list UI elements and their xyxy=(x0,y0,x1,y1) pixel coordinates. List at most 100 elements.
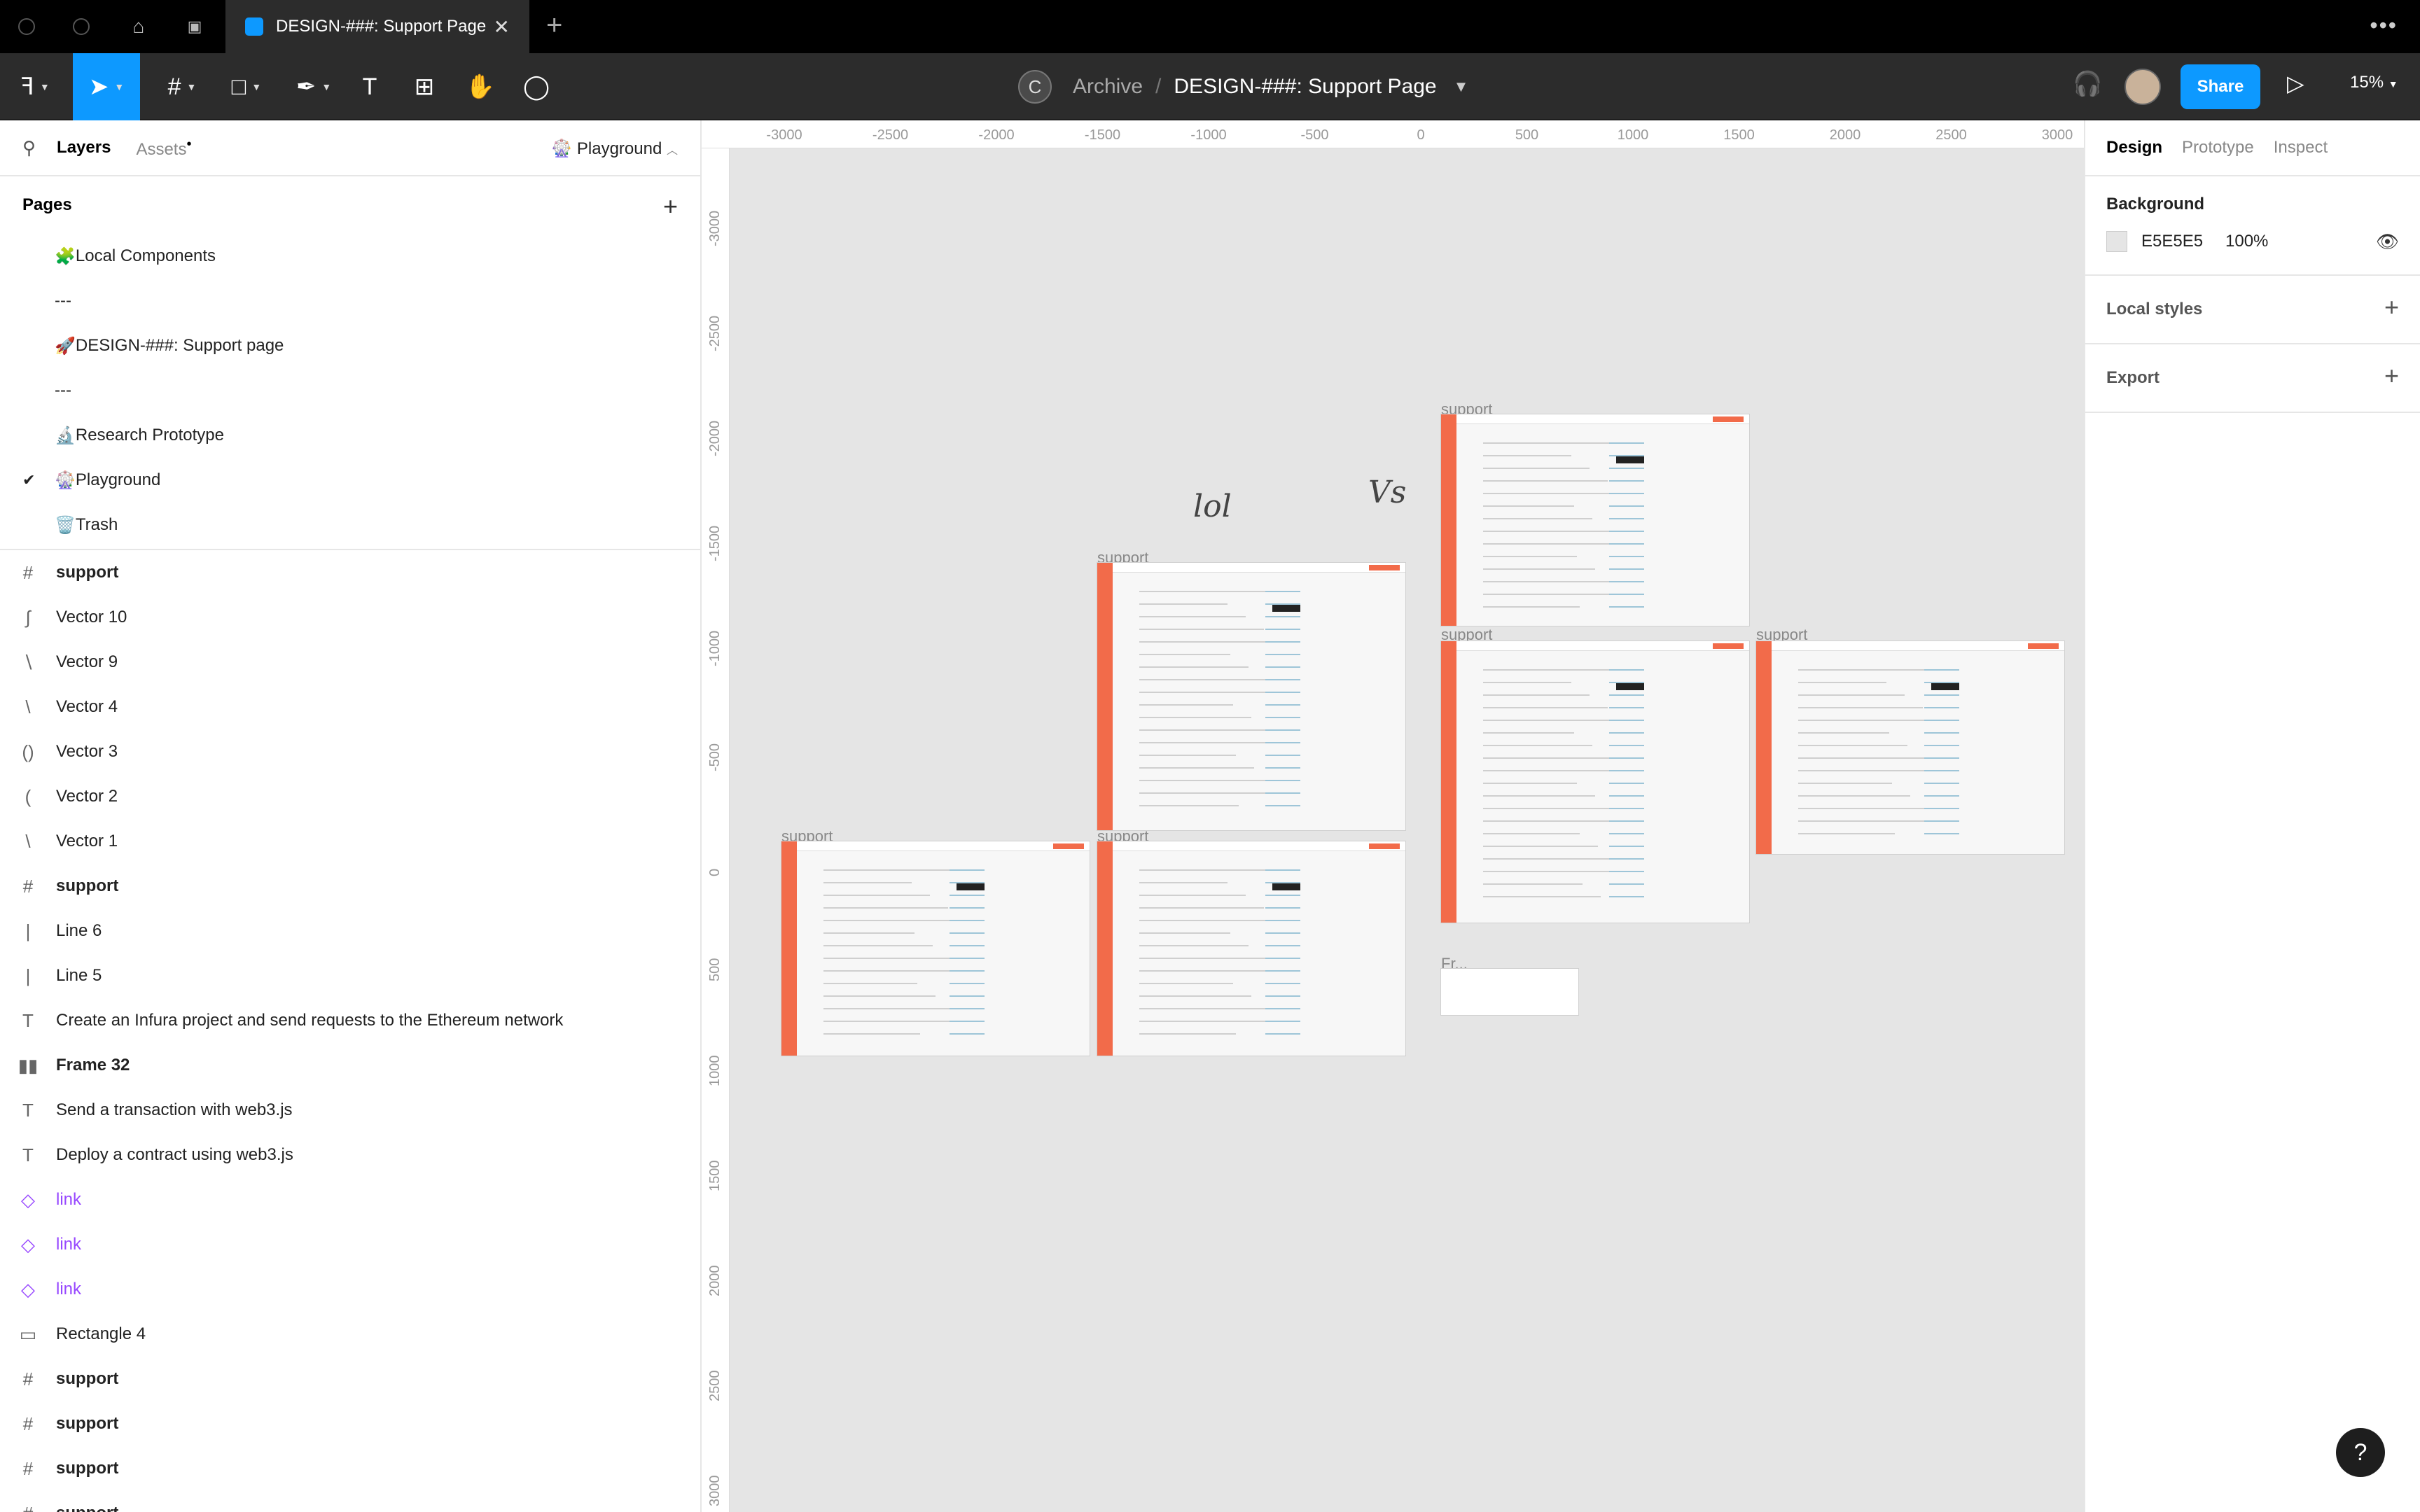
background-hex[interactable]: E5E5E5 xyxy=(2141,232,2203,251)
window-control[interactable] xyxy=(73,18,90,35)
tab-layers[interactable]: Layers xyxy=(57,138,111,158)
more-icon[interactable]: ••• xyxy=(2370,13,2398,38)
resources-tool[interactable]: ⊞ xyxy=(408,53,441,120)
layer-row[interactable]: | Line 6 xyxy=(0,909,700,953)
file-tab-icon[interactable]: ▣ xyxy=(181,13,209,41)
support-frame[interactable] xyxy=(1097,841,1405,1056)
support-frame[interactable] xyxy=(1756,641,2064,854)
layer-row[interactable]: #support xyxy=(0,1401,700,1446)
frame-tool[interactable]: # ▼ xyxy=(154,53,210,120)
layer-row[interactable]: ∫ Vector 10 xyxy=(0,595,700,640)
page-item[interactable]: ✔ 🎡 Playground xyxy=(0,458,700,503)
add-style-button[interactable]: + xyxy=(2384,293,2399,322)
background-swatch[interactable] xyxy=(2106,231,2127,252)
pen-tool[interactable]: ✒ ▼ xyxy=(286,53,342,120)
layer-row[interactable]: ◇ link xyxy=(0,1177,700,1222)
hand-tool[interactable]: ✋ xyxy=(464,53,497,120)
layer-row[interactable]: #support xyxy=(0,550,700,595)
page-item[interactable]: 🧩 Local Components xyxy=(0,234,700,279)
frame-link-line xyxy=(1924,783,1959,784)
frame-link-line xyxy=(1609,858,1644,860)
avatar[interactable] xyxy=(2125,69,2161,105)
tab-assets[interactable]: Assets• xyxy=(136,136,191,160)
text-tool[interactable]: T xyxy=(353,53,387,120)
close-icon[interactable]: ✕ xyxy=(494,15,510,38)
background-opacity[interactable]: 100% xyxy=(2225,232,2268,251)
main-menu-button[interactable]: ꟻ ▼ xyxy=(0,53,70,120)
handwritten-note[interactable]: lol xyxy=(1193,489,1232,524)
tab-inspect[interactable]: Inspect xyxy=(2274,138,2328,158)
layer-row[interactable]: ◇ link xyxy=(0,1267,700,1312)
layer-row[interactable]: ∖ Vector 9 xyxy=(0,640,700,685)
handwritten-note[interactable]: Vs xyxy=(1368,475,1406,510)
page-item[interactable]: --- xyxy=(0,368,700,413)
home-icon[interactable]: ⌂ xyxy=(125,13,153,41)
support-frame[interactable] xyxy=(781,841,1090,1056)
new-tab-button[interactable]: + xyxy=(546,10,562,41)
layer-row[interactable]: \ Vector 1 xyxy=(0,819,700,864)
layer-row[interactable]: | Line 5 xyxy=(0,953,700,998)
zoom-menu[interactable]: 15% ▼ xyxy=(2350,73,2398,92)
canvas[interactable]: -3000 -2500 -2000 -1500 -1000 -500 0 500 1000 150… xyxy=(702,120,2084,1512)
window-control[interactable] xyxy=(18,18,35,35)
help-button[interactable]: ? xyxy=(2336,1428,2385,1477)
page-item[interactable]: 🔬 Research Prototype xyxy=(0,413,700,458)
comment-tool[interactable]: ◯ xyxy=(520,53,553,120)
frame-text-line xyxy=(1798,745,1907,746)
move-tool[interactable]: ➤ ▼ xyxy=(73,53,140,120)
add-export-button[interactable]: + xyxy=(2384,361,2399,391)
frame-text-line xyxy=(1483,783,1577,784)
frame-link-line xyxy=(1265,780,1300,781)
small-frame[interactable] xyxy=(1441,969,1578,1015)
frame-sidebar xyxy=(1441,641,1456,923)
shape-tool[interactable]: □ ▼ xyxy=(218,53,274,120)
frame-cta xyxy=(1713,643,1744,649)
audio-icon[interactable]: 🎧 xyxy=(2073,70,2102,98)
team-avatar[interactable]: C xyxy=(1018,70,1052,104)
file-name[interactable]: DESIGN-###: Support Page xyxy=(1174,75,1436,99)
layer-row[interactable]: #support xyxy=(0,1491,700,1512)
layer-row[interactable]: #support xyxy=(0,1357,700,1401)
layer-row[interactable]: #support xyxy=(0,864,700,909)
eye-icon[interactable]: 👁 xyxy=(2376,231,2399,253)
share-button[interactable]: Share xyxy=(2181,64,2260,109)
comment-icon: ◯ xyxy=(522,74,550,100)
page-item[interactable]: 🚀 DESIGN-###: Support page xyxy=(0,323,700,368)
layer-row[interactable]: ▮▮ Frame 32 xyxy=(0,1043,700,1088)
frame-cta xyxy=(1369,844,1400,849)
tab-design[interactable]: Design xyxy=(2106,138,2162,158)
page-item[interactable]: 🗑️ Trash xyxy=(0,503,700,547)
layer-row[interactable]: ◇ link xyxy=(0,1222,700,1267)
layer-row[interactable]: T Create an Infura project and send reque… xyxy=(0,998,700,1043)
search-icon[interactable]: ⚲ xyxy=(22,137,36,159)
layer-name: link xyxy=(56,1190,82,1209)
tab-active[interactable]: DESIGN-###: Support Page ✕ xyxy=(225,0,529,53)
layer-name: Line 5 xyxy=(56,966,102,985)
chevron-down-icon[interactable]: ▼ xyxy=(1454,78,1469,96)
layer-row[interactable]: () Vector 3 xyxy=(0,729,700,774)
breadcrumb-project[interactable]: Archive xyxy=(1073,75,1143,99)
support-frame[interactable] xyxy=(1441,414,1749,626)
frame-text-line xyxy=(1139,666,1249,668)
layer-row[interactable]: #support xyxy=(0,1446,700,1491)
page-selector[interactable]: 🎡 Playground ︿ xyxy=(551,139,678,159)
ruler-tick-label: -2000 xyxy=(978,127,1015,143)
frame-text-line xyxy=(823,995,936,997)
page-item[interactable]: --- xyxy=(0,279,700,323)
ruler-tick-label: 500 xyxy=(1515,127,1539,143)
layer-row[interactable]: T Deploy a contract using web3.js xyxy=(0,1133,700,1177)
frame-link-line xyxy=(1609,783,1644,784)
frame-link-line xyxy=(1609,581,1644,582)
frame-text-line xyxy=(1483,896,1601,897)
frame-link-line xyxy=(1609,846,1644,847)
support-frame[interactable] xyxy=(1441,641,1749,923)
support-frame[interactable] xyxy=(1097,563,1405,830)
tab-prototype[interactable]: Prototype xyxy=(2182,138,2254,158)
add-page-button[interactable]: + xyxy=(663,192,678,221)
layer-row[interactable]: (Vector 2 xyxy=(0,774,700,819)
present-icon[interactable]: ▷ xyxy=(2287,70,2304,97)
layer-row[interactable]: T Send a transaction with web3.js xyxy=(0,1088,700,1133)
layer-row[interactable]: ▭ Rectangle 4 xyxy=(0,1312,700,1357)
layer-row[interactable]: \ Vector 4 xyxy=(0,685,700,729)
frame-text-line xyxy=(823,1008,954,1009)
